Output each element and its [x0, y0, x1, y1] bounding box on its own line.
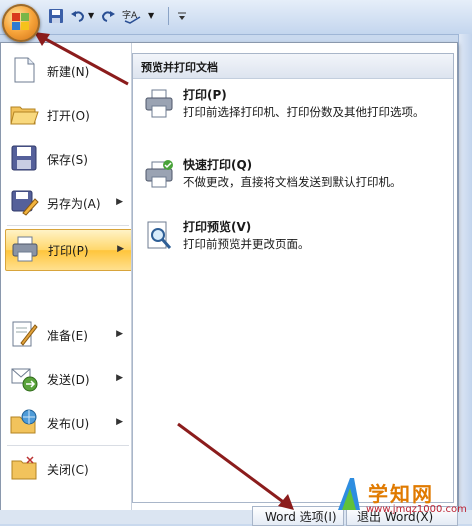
submenu-arrow-icon: ▶ [116, 373, 123, 383]
print-option-desc: 打印前预览并更改页面。 [183, 237, 310, 251]
menu-item-publish[interactable]: 发布(U) ▶ [5, 403, 131, 441]
menu-item-new[interactable]: 新建(N) [5, 51, 131, 89]
spelling-icon[interactable]: 字A [122, 8, 144, 24]
office-button[interactable] [2, 4, 40, 42]
publish-icon [9, 407, 39, 437]
submenu-arrow-icon: ▶ [116, 417, 123, 427]
menu-item-label: 新建(N) [47, 65, 90, 79]
print-submenu: 预览并打印文档 打印(P) 打印前选择打印机、打印份数及其他打印选项。 快速打印… [132, 53, 454, 503]
undo-dropdown-icon[interactable]: ▼ [88, 11, 94, 20]
printer-icon [143, 88, 175, 120]
submenu-arrow-icon: ▶ [116, 329, 123, 339]
customize-icon[interactable] [176, 8, 188, 24]
print-submenu-header: 预览并打印文档 [133, 54, 453, 79]
menu-item-prepare[interactable]: 准备(E) ▶ [5, 315, 131, 353]
menu-item-label: 准备(E) [47, 329, 88, 343]
print-option-title: 打印预览(V) [183, 220, 252, 234]
open-folder-icon [9, 99, 39, 129]
print-option-print[interactable]: 打印(P) 打印前选择打印机、打印份数及其他打印选项。 [139, 86, 439, 138]
watermark-logo-icon [334, 476, 364, 514]
send-icon [9, 363, 39, 393]
print-option-quick-print[interactable]: 快速打印(Q) 不做更改，直接将文档发送到默认打印机。 [139, 156, 439, 200]
menu-item-label: 关闭(C) [47, 463, 89, 477]
menu-item-label: 保存(S) [47, 153, 88, 167]
menu-item-label: 发布(U) [47, 417, 90, 431]
menu-item-save-as[interactable]: 另存为(A) ▶ [5, 183, 131, 221]
redo-icon[interactable] [100, 8, 116, 24]
submenu-arrow-icon: ▶ [116, 197, 123, 207]
office-menu: 新建(N) 打开(O) 保存(S) 另存为(A) ▶ 打印(P) ▶ 准备(E)… [0, 42, 458, 512]
toolbar-divider [168, 7, 169, 25]
spelling-dropdown-icon[interactable]: ▼ [148, 11, 154, 20]
menu-item-save[interactable]: 保存(S) [5, 139, 131, 177]
prepare-icon [9, 319, 39, 349]
save-disk-icon [9, 143, 39, 173]
print-submenu-title: 预览并打印文档 [141, 61, 218, 74]
print-icon [10, 234, 40, 264]
menu-item-label: 另存为(A) [47, 197, 101, 211]
save-icon[interactable] [48, 8, 64, 24]
ribbon-edge [458, 34, 472, 524]
menu-item-open[interactable]: 打开(O) [5, 95, 131, 133]
menu-item-label: 发送(D) [47, 373, 90, 387]
print-option-title: 快速打印(Q) [183, 158, 253, 172]
menu-item-send[interactable]: 发送(D) ▶ [5, 359, 131, 397]
undo-icon[interactable] [70, 8, 86, 24]
print-preview-icon [143, 220, 175, 252]
print-option-print-preview[interactable]: 打印预览(V) 打印前预览并更改页面。 [139, 218, 439, 262]
menu-item-label: 打印(P) [48, 244, 89, 258]
menu-commands: 新建(N) 打开(O) 保存(S) 另存为(A) ▶ 打印(P) ▶ 准备(E)… [1, 43, 133, 511]
quick-access-toolbar: ▼ 字A ▼ [0, 0, 472, 35]
save-as-icon [9, 187, 39, 217]
close-folder-icon [9, 453, 39, 483]
print-option-title: 打印(P) [183, 88, 227, 102]
office-button-icon [12, 13, 30, 31]
watermark: 学知网 www.jmqz1000.com [330, 472, 472, 524]
quick-print-icon [143, 158, 175, 190]
menu-item-print[interactable]: 打印(P) ▶ [5, 229, 133, 271]
new-document-icon [9, 55, 39, 85]
menu-item-label: 打开(O) [47, 109, 90, 123]
menu-item-close[interactable]: 关闭(C) [5, 449, 131, 487]
watermark-title: 学知网 [368, 482, 434, 506]
menu-divider [7, 445, 129, 446]
submenu-arrow-icon: ▶ [117, 244, 124, 254]
watermark-url: www.jmqz1000.com [366, 504, 467, 515]
menu-divider [7, 225, 129, 226]
print-option-desc: 不做更改，直接将文档发送到默认打印机。 [183, 175, 402, 189]
print-option-desc: 打印前选择打印机、打印份数及其他打印选项。 [183, 105, 425, 119]
word-options-label: Word 选项(I) [265, 510, 337, 524]
